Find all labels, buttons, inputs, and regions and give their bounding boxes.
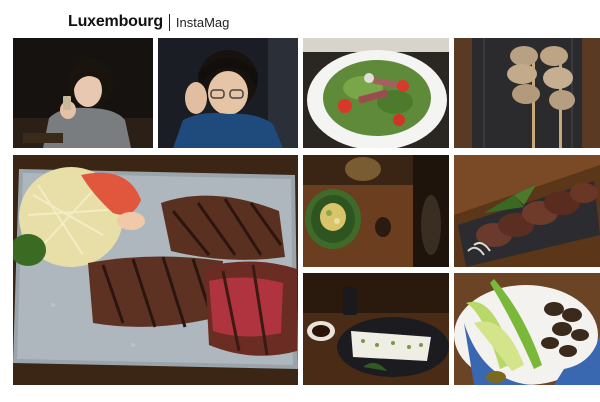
photo-tofu-plate[interactable] (303, 273, 449, 385)
photo-woman-holding-glass[interactable] (13, 38, 153, 148)
photo-grilled-steak-platter[interactable] (13, 155, 298, 385)
photo-steak-image (13, 155, 298, 385)
collage-title: Luxembourg (68, 13, 163, 30)
photo-sliced-seared-beef[interactable] (454, 155, 600, 267)
photo-skewers-image (454, 38, 600, 148)
photo-tofu-image (303, 273, 449, 385)
photo-pickles-image (303, 155, 449, 267)
photo-beef-slices-image (454, 155, 600, 267)
collage-header: Luxembourg InstaMag (68, 11, 229, 33)
photo-man-image (158, 38, 298, 148)
photo-salad-image (303, 38, 449, 148)
collage-subtitle: InstaMag (175, 14, 230, 30)
photo-woman-image (13, 38, 153, 148)
photo-pickled-side-dish[interactable] (303, 155, 449, 267)
photo-yakitori-skewers[interactable] (454, 38, 600, 148)
photo-vegetables-and-grilled-meat[interactable] (454, 273, 600, 385)
photo-man-with-glasses[interactable] (158, 38, 298, 148)
title-divider (168, 13, 170, 31)
photo-vegetables-image (454, 273, 600, 385)
photo-beef-salad[interactable] (303, 38, 449, 148)
